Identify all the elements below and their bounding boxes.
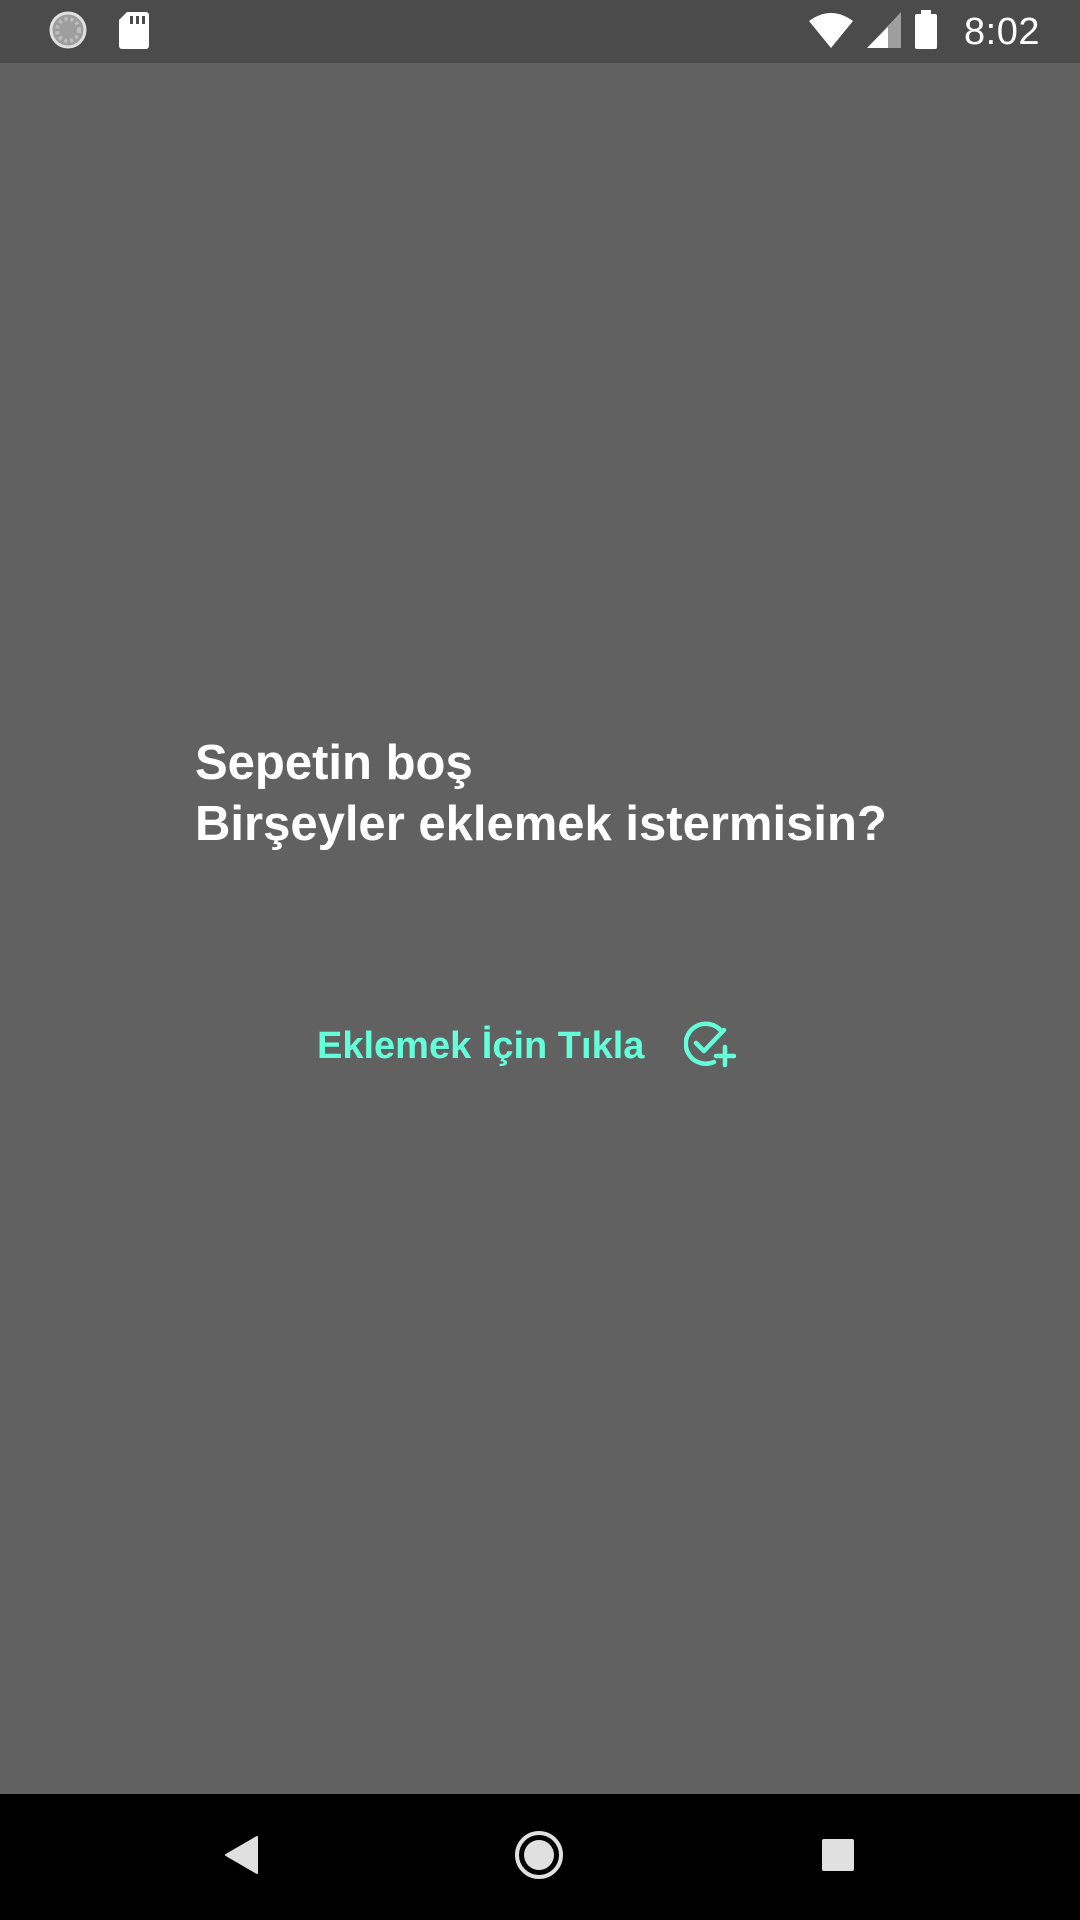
sd-card-icon bbox=[118, 10, 150, 55]
recents-button[interactable] bbox=[808, 1827, 868, 1887]
screen: 8:02 Sepetin boş Birşeyler eklemek ister… bbox=[0, 0, 1080, 1920]
loading-icon bbox=[48, 10, 88, 55]
add-to-cart-button[interactable]: Eklemek İçin Tıkla bbox=[317, 1020, 737, 1073]
status-left bbox=[48, 10, 150, 55]
signal-icon bbox=[866, 11, 902, 54]
status-right: 8:02 bbox=[808, 8, 1040, 56]
back-icon bbox=[223, 1835, 259, 1880]
add-to-cart-label: Eklemek İçin Tıkla bbox=[317, 1025, 645, 1067]
home-icon bbox=[513, 1829, 565, 1886]
nav-bar bbox=[0, 1794, 1080, 1920]
empty-cart-title: Sepetin boş bbox=[195, 736, 473, 790]
home-button[interactable] bbox=[509, 1827, 569, 1887]
battery-icon bbox=[914, 9, 938, 55]
back-button[interactable] bbox=[211, 1827, 271, 1887]
status-bar: 8:02 bbox=[0, 0, 1080, 63]
recents-icon bbox=[820, 1837, 856, 1878]
status-time: 8:02 bbox=[964, 10, 1040, 53]
empty-cart-message: Sepetin boş Birşeyler eklemek istermisin… bbox=[195, 733, 887, 855]
wifi-icon bbox=[808, 11, 854, 54]
empty-cart-subtitle: Birşeyler eklemek istermisin? bbox=[195, 797, 887, 851]
check-circle-plus-icon bbox=[683, 1020, 737, 1073]
